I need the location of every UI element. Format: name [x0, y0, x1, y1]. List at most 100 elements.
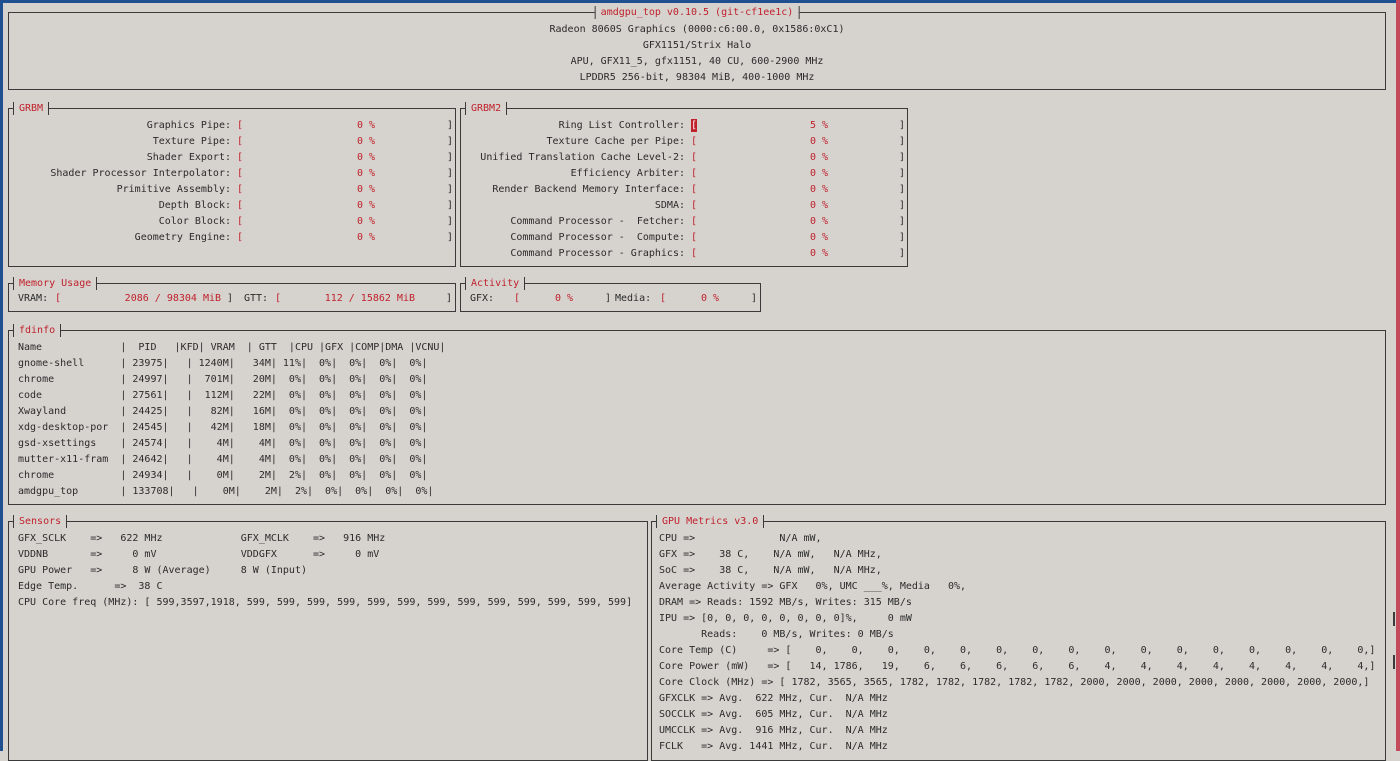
- bar-label: Command Processor - Graphics:: [510, 248, 685, 259]
- bar-value: 0 %: [809, 248, 828, 259]
- bar-bracket-open: [: [691, 184, 698, 195]
- bar-label: Command Processor - Fetcher:: [510, 216, 685, 227]
- bar-bracket-open: [: [237, 184, 244, 195]
- scroll-indicator: [1393, 655, 1395, 669]
- bar-bracket-open: [: [237, 216, 244, 227]
- bar-bracket-open: [: [237, 168, 244, 179]
- bar-bracket-close: ]: [447, 152, 454, 163]
- scrollbar[interactable]: [1396, 0, 1400, 751]
- metric-line: SoC => 38 C, N/A mW, N/A MHz,: [659, 565, 882, 576]
- vram-bracket-close: ]: [227, 293, 234, 304]
- grbm2-title: GRBM2: [465, 102, 508, 115]
- metric-line: CPU => N/A mW,: [659, 533, 822, 544]
- bar-bracket-close: ]: [899, 168, 906, 179]
- sensors-panel: Sensors GFX_SCLK => 622 MHz GFX_MCLK => …: [8, 515, 648, 761]
- metric-line: Core Temp (C) => [ 0, 0, 0, 0, 0, 0, 0, …: [659, 645, 1376, 656]
- device-spec: APU, GFX11_5, gfx1151, 40 CU, 600-2900 M…: [570, 56, 824, 67]
- grbm2-panel: GRBM2 Ring List Controller: [5 %] Texture …: [460, 102, 908, 267]
- bar-label: Depth Block:: [158, 200, 231, 211]
- bar-value: 0 %: [809, 232, 828, 243]
- process-row: chrome | 24997| | 701M| 20M| 0%| 0%| 0%|…: [18, 374, 428, 385]
- media-activity-value: 0 %: [700, 293, 719, 304]
- bar-bracket-close: ]: [899, 152, 906, 163]
- vram-label: VRAM:: [18, 293, 49, 304]
- bar-value: 0 %: [809, 168, 828, 179]
- metric-line: Core Power (mW) => [ 14, 1786, 19, 6, 6,…: [659, 661, 1376, 672]
- window-left-border: [0, 0, 3, 751]
- metric-line: Reads: 0 MB/s, Writes: 0 MB/s: [659, 629, 894, 640]
- bar-bracket-open: [: [691, 168, 698, 179]
- media-label: Media:: [615, 293, 652, 304]
- device-name: Radeon 8060S Graphics (0000:c6:00.0, 0x1…: [549, 24, 845, 35]
- bar-bracket-close: ]: [447, 168, 454, 179]
- process-row: gnome-shell | 23975| | 1240M| 34M| 11%| …: [18, 358, 428, 369]
- bar-bracket-close: ]: [899, 120, 906, 131]
- bar-bracket-open: [: [237, 232, 244, 243]
- sensors-title: Sensors: [13, 515, 68, 528]
- memory-spec: LPDDR5 256-bit, 98304 MiB, 400-1000 MHz: [579, 72, 815, 83]
- metric-line: Core Clock (MHz) => [ 1782, 3565, 3565, …: [659, 677, 1370, 688]
- bar-value: 0 %: [809, 216, 828, 227]
- bar-bracket-open: [: [237, 152, 244, 163]
- bar-bracket-open: [: [691, 136, 698, 147]
- bar-bracket-open: [: [691, 152, 698, 163]
- gpu-metrics-title: GPU Metrics v3.0: [656, 515, 765, 528]
- bar-label: SDMA:: [654, 200, 685, 211]
- metric-line: GFXCLK => Avg. 622 MHz, Cur. N/A MHz: [659, 693, 888, 704]
- bar-value: 0 %: [356, 136, 375, 147]
- bar-value: 0 %: [356, 152, 375, 163]
- process-row: amdgpu_top | 133708| | 0M| 2M| 2%| 0%| 0…: [18, 486, 434, 497]
- bar-value: 0 %: [809, 152, 828, 163]
- sensor-line: VDDNB => 0 mV VDDGFX => 0 mV: [18, 549, 380, 560]
- bar-bracket-open: [: [691, 216, 698, 227]
- bar-label: Texture Cache per Pipe:: [546, 136, 685, 147]
- bar-value: 0 %: [356, 120, 375, 131]
- gpu-metrics-panel: GPU Metrics v3.0 CPU => N/A mW, GFX => 38…: [651, 515, 1386, 761]
- bar-bracket-open: [: [691, 119, 698, 132]
- bar-bracket-close: ]: [899, 216, 906, 227]
- fdinfo-table-header: Name | PID |KFD| VRAM | GTT |CPU |GFX |C…: [18, 342, 446, 353]
- bar-label: Render Backend Memory Interface:: [492, 184, 685, 195]
- bar-label: Command Processor - Compute:: [510, 232, 685, 243]
- bar-label: Texture Pipe:: [152, 136, 231, 147]
- gtt-bracket-close: ]: [446, 293, 453, 304]
- media-bracket-close: ]: [751, 293, 758, 304]
- window-top-border: [0, 0, 1400, 3]
- metric-line: DRAM => Reads: 1592 MB/s, Writes: 315 MB…: [659, 597, 912, 608]
- process-row: Xwayland | 24425| | 82M| 16M| 0%| 0%| 0%…: [18, 406, 428, 417]
- metric-line: Average Activity => GFX 0%, UMC ___%, Me…: [659, 581, 967, 592]
- activity-panel: Activity GFX: [ 0 % ] Media: [ 0 % ]: [460, 277, 761, 312]
- vram-bracket-open: [: [55, 293, 62, 304]
- vram-value: 2086 / 98304 MiB: [124, 293, 221, 304]
- bar-bracket-close: ]: [447, 232, 454, 243]
- gtt-bracket-open: [: [275, 293, 282, 304]
- gfx-activity-value: 0 %: [554, 293, 573, 304]
- metric-line: UMCCLK => Avg. 916 MHz, Cur. N/A MHz: [659, 725, 888, 736]
- sensor-line: Edge Temp. => 38 C: [18, 581, 163, 592]
- bar-label: Unified Translation Cache Level-2:: [480, 152, 685, 163]
- grbm-title: GRBM: [13, 102, 50, 115]
- process-row: mutter-x11-fram | 24642| | 4M| 4M| 0%| 0…: [18, 454, 428, 465]
- memory-usage-title: Memory Usage: [13, 277, 98, 290]
- bar-bracket-open: [: [237, 120, 244, 131]
- process-row: code | 27561| | 112M| 22M| 0%| 0%| 0%| 0…: [18, 390, 428, 401]
- bar-bracket-open: [: [237, 200, 244, 211]
- bar-bracket-close: ]: [447, 216, 454, 227]
- scroll-indicator: [1393, 612, 1395, 626]
- bar-label: Shader Export:: [146, 152, 231, 163]
- gfx-label: GFX:: [470, 293, 495, 304]
- bar-bracket-open: [: [237, 136, 244, 147]
- bar-label: Ring List Controller:: [558, 120, 685, 131]
- bar-value: 0 %: [356, 184, 375, 195]
- metric-line: IPU => [0, 0, 0, 0, 0, 0, 0, 0]%, 0 mW: [659, 613, 912, 624]
- bar-value: 0 %: [356, 200, 375, 211]
- sensor-line: GPU Power => 8 W (Average) 8 W (Input): [18, 565, 307, 576]
- bar-bracket-close: ]: [447, 120, 454, 131]
- sensor-line: CPU Core freq (MHz): [ 599,3597,1918, 59…: [18, 597, 633, 608]
- bar-value: 0 %: [356, 216, 375, 227]
- bar-bracket-close: ]: [899, 184, 906, 195]
- fdinfo-panel: fdinfo Name | PID |KFD| VRAM | GTT |CPU …: [8, 324, 1386, 505]
- metric-line: SOCCLK => Avg. 605 MHz, Cur. N/A MHz: [659, 709, 888, 720]
- bar-label: Primitive Assembly:: [116, 184, 231, 195]
- device-info-panel: amdgpu_top v0.10.5 (git-cf1ee1c) Radeon …: [8, 6, 1386, 90]
